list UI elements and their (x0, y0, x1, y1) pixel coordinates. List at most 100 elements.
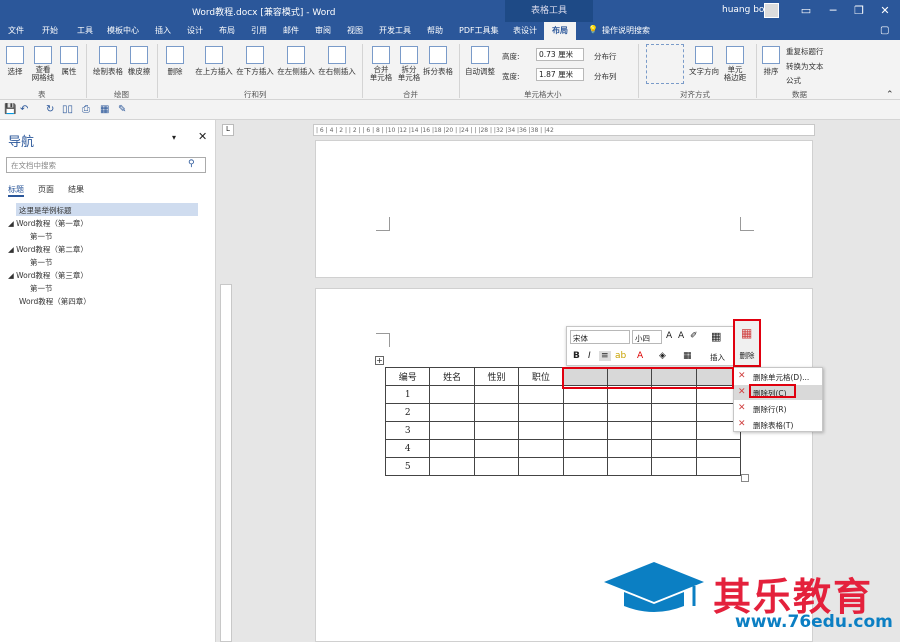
split-cells-button[interactable]: 拆分 单元格 (396, 46, 422, 82)
table-cell[interactable] (562, 403, 608, 422)
table-cell[interactable] (562, 421, 608, 440)
restore-ribbon-icon[interactable]: ▭ (798, 3, 814, 19)
borders-icon[interactable]: ▦ (683, 351, 692, 361)
table-cell[interactable] (651, 403, 697, 422)
comments-icon[interactable]: ▢ (880, 25, 889, 36)
tell-me-search[interactable]: 操作说明搜索 (602, 25, 650, 36)
tab-insert[interactable]: 插入 (155, 25, 171, 36)
font-color-icon[interactable]: A (637, 351, 643, 361)
draw-icon[interactable]: ✎ (118, 104, 126, 115)
table-icon[interactable]: ▦ (100, 104, 109, 115)
table-cell[interactable]: 职位 (518, 367, 564, 386)
tab-view[interactable]: 视图 (347, 25, 363, 36)
nav-heading-item[interactable]: Word教程（第四章） (19, 296, 91, 307)
table-cell[interactable] (518, 439, 564, 458)
properties-button[interactable]: 属性 (58, 46, 80, 77)
table-cell[interactable] (473, 439, 520, 458)
horizontal-ruler[interactable]: | 6 | 4 | 2 | | 2 | | 6 | 8 | |10 |12 |1… (313, 124, 815, 136)
insert-table-icon[interactable]: ▦ (711, 330, 721, 343)
table-cell[interactable] (606, 403, 653, 422)
table-cell[interactable] (429, 403, 475, 422)
table-cell[interactable] (651, 439, 697, 458)
menu-item-delete-table[interactable]: ✕ 删除表格(T) (734, 417, 822, 432)
formula-button[interactable]: 公式 (786, 75, 801, 86)
columns-icon[interactable]: ▯▯ (62, 104, 73, 115)
insert-left-button[interactable]: 在左侧插入 (277, 46, 315, 77)
nav-heading-item[interactable]: 第一节 (30, 231, 53, 242)
font-size-dropdown[interactable]: 小四 (632, 330, 662, 344)
table-cell[interactable] (473, 457, 520, 476)
format-painter-icon[interactable]: ✐ (690, 331, 698, 341)
shrink-font-icon[interactable]: A (678, 331, 684, 341)
merge-cells-button[interactable]: 合并 单元格 (368, 46, 394, 82)
close-icon[interactable]: ✕ (198, 130, 207, 143)
italic-icon[interactable]: I (588, 351, 591, 361)
insert-right-button[interactable]: 在右侧插入 (318, 46, 356, 77)
minimize-icon[interactable]: ─ (825, 3, 841, 19)
tab-mailings[interactable]: 邮件 (283, 25, 299, 36)
nav-tab-pages[interactable]: 页面 (38, 184, 54, 195)
grow-font-icon[interactable]: A (666, 331, 672, 341)
table-cell[interactable] (518, 403, 564, 422)
center-align-icon[interactable]: ≡ (599, 351, 611, 361)
mini-delete-button[interactable]: ▦ 删除 (733, 319, 761, 367)
cell-margins-button[interactable]: 单元 格边距 (722, 46, 748, 82)
undo-icon[interactable]: ↶ (20, 104, 28, 115)
draw-table-button[interactable]: 绘制表格 (92, 46, 124, 77)
table-resize-handle[interactable] (741, 474, 749, 482)
delete-button[interactable]: 删除 (162, 46, 188, 77)
tab-review[interactable]: 审阅 (315, 25, 331, 36)
table-cell[interactable]: 4 (384, 439, 431, 458)
tab-templates[interactable]: 模板中心 (107, 25, 139, 36)
shading-icon[interactable]: ◈ (659, 351, 666, 361)
table-cell[interactable]: 姓名 (429, 367, 475, 386)
table-cell[interactable] (429, 421, 475, 440)
distribute-columns-button[interactable]: 分布列 (594, 71, 617, 82)
table-cell[interactable] (429, 457, 475, 476)
split-table-button[interactable]: 拆分表格 (422, 46, 454, 77)
table-cell[interactable]: 编号 (384, 367, 431, 386)
menu-item-delete-cells[interactable]: ✕ 删除单元格(D)... (734, 369, 822, 384)
insert-below-button[interactable]: 在下方插入 (236, 46, 274, 77)
tab-help[interactable]: 帮助 (427, 25, 443, 36)
tab-design[interactable]: 设计 (187, 25, 203, 36)
table-move-handle-icon[interactable]: + (375, 356, 384, 365)
nav-heading-item[interactable]: ◢ Word教程（第二章） (8, 244, 88, 255)
select-button[interactable]: 选择 (4, 46, 26, 77)
table-cell[interactable] (473, 421, 520, 440)
table-cell[interactable] (606, 457, 653, 476)
table-cell[interactable]: 3 (384, 421, 431, 440)
table-cell[interactable] (606, 421, 653, 440)
insert-above-button[interactable]: 在上方插入 (195, 46, 233, 77)
table-cell[interactable] (518, 385, 564, 404)
vertical-ruler[interactable] (220, 284, 232, 642)
table-cell[interactable]: 1 (384, 385, 431, 404)
tab-table-design[interactable]: 表设计 (513, 25, 537, 36)
nav-dropdown-icon[interactable]: ▾ (172, 133, 176, 142)
tab-tools[interactable]: 工具 (77, 25, 93, 36)
nav-heading-item[interactable]: 第一节 (30, 257, 53, 268)
nav-heading-item[interactable]: ◢ Word教程（第三章） (8, 270, 88, 281)
print-preview-icon[interactable]: ⎙ (82, 104, 90, 115)
search-icon[interactable]: ⚲ (188, 159, 195, 169)
close-icon[interactable]: ✕ (877, 3, 893, 19)
table-cell[interactable]: 性别 (473, 367, 520, 386)
row-height-input[interactable]: 0.73 厘米 (536, 48, 584, 61)
table-cell[interactable] (562, 439, 608, 458)
table-cell[interactable] (651, 421, 697, 440)
redo-icon[interactable]: ↻ (46, 104, 54, 115)
table-cell[interactable] (518, 421, 564, 440)
nav-heading-item[interactable]: 这里是举例标题 (19, 205, 72, 216)
table-cell[interactable] (695, 457, 742, 476)
table-cell[interactable]: 5 (384, 457, 431, 476)
distribute-rows-button[interactable]: 分布行 (594, 51, 617, 62)
nav-heading-item[interactable]: ◢ Word教程（第一章） (8, 218, 88, 229)
table-cell[interactable] (429, 385, 475, 404)
menu-item-delete-row[interactable]: ✕ 删除行(R) (734, 401, 822, 416)
tab-references[interactable]: 引用 (251, 25, 267, 36)
table-cell[interactable] (606, 439, 653, 458)
autofit-button[interactable]: 自动调整 (463, 46, 497, 77)
bold-icon[interactable]: B (573, 351, 580, 361)
nav-search-input[interactable]: 在文档中搜索 (6, 157, 206, 173)
avatar[interactable] (764, 3, 779, 18)
